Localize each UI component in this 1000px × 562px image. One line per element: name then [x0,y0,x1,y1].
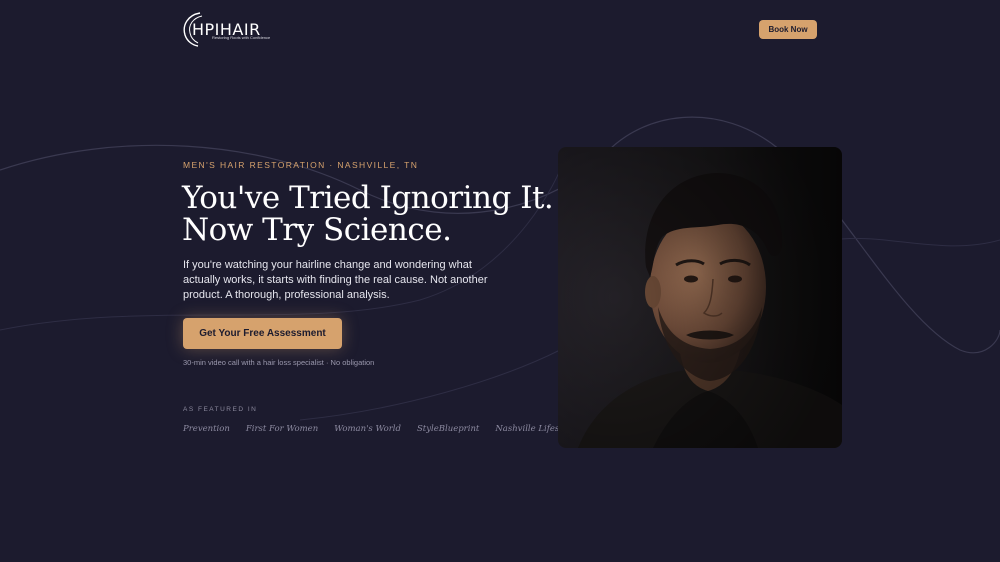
logo-tagline: Restoring Roots with Confidence [212,35,271,40]
hero-portrait-image [558,147,842,448]
headline-line-1: You've Tried Ignoring It. [182,180,554,216]
featured-outlet: Woman's World [334,424,401,434]
brand-logo[interactable]: HPIHAIR Restoring Roots with Confidence [182,11,278,47]
hero-headline: You've Tried Ignoring It. Now Try Scienc… [182,180,554,248]
featured-outlets: Prevention First For Women Woman's World… [183,424,580,434]
featured-in-label: AS FEATURED IN [183,406,258,413]
featured-outlet: StyleBlueprint [416,424,480,434]
get-free-assessment-button[interactable]: Get Your Free Assessment [183,318,342,349]
background-curves [0,116,1000,421]
cta-note: 30-min video call with a hair loss speci… [183,358,375,367]
featured-outlet: Prevention [183,424,230,434]
hero-subcopy: If you're watching your hairline change … [183,259,488,301]
book-now-button[interactable]: Book Now [759,20,817,39]
featured-outlet: First For Women [245,424,319,434]
hero-eyebrow: MEN'S HAIR RESTORATION · NASHVILLE, TN [183,160,419,170]
headline-line-2: Now Try Science. [182,212,452,248]
